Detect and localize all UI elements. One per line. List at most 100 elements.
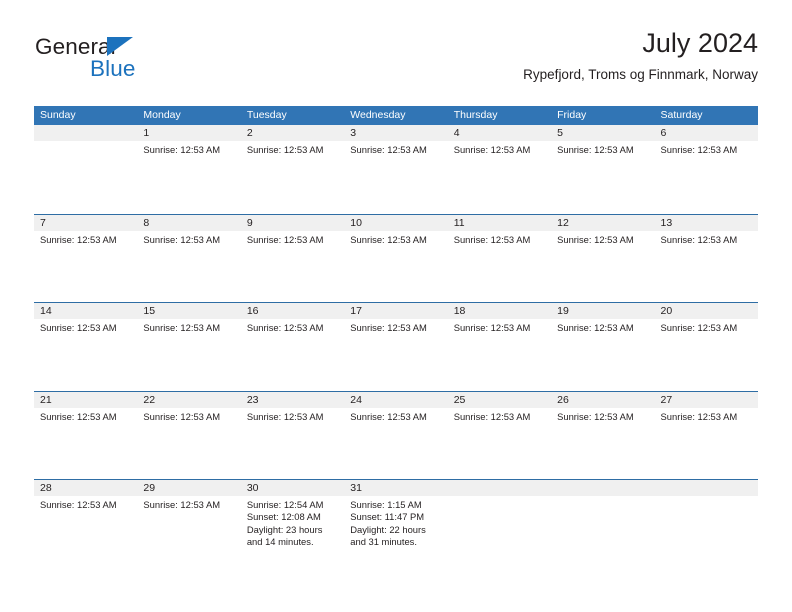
calendar-day-cell[interactable]: 31 Sunrise: 1:15 AM Sunset: 11:47 PM Daylig…	[344, 480, 448, 568]
calendar-day-cell[interactable]: 11 Sunrise: 12:53 AM	[447, 214, 552, 303]
calendar-day-cell[interactable]: 22 Sunrise: 12:53 AM	[137, 391, 241, 480]
calendar-day-cell-empty	[34, 125, 138, 214]
calendar-day-cell[interactable]: 18 Sunrise: 12:53 AM	[447, 303, 552, 391]
calendar-day-cell[interactable]: 13 Sunrise: 12:53 AM	[654, 214, 758, 303]
day-event-line: Sunrise: 12:53 AM	[143, 499, 221, 510]
day-event-line: Sunset: 12:08 AM	[246, 511, 321, 523]
page-subtitle: Rypefjord, Troms og Finnmark, Norway	[523, 67, 758, 82]
brand-logo[interactable]: General Blue	[34, 34, 234, 90]
weekday-header-sunday: Sunday	[40, 109, 76, 121]
day-events: Sunrise: 12:53 AM	[137, 231, 240, 246]
day-number: 28	[34, 480, 138, 496]
calendar-day-cell[interactable]: 28 Sunrise: 12:53 AM	[34, 480, 138, 568]
calendar-day-cell[interactable]: 20 Sunrise: 12:53 AM	[654, 303, 758, 391]
calendar-day-cell[interactable]: 16 Sunrise: 12:53 AM	[240, 303, 345, 391]
calendar-day-cell[interactable]: 9 Sunrise: 12:53 AM	[240, 214, 345, 303]
day-number: 8	[137, 214, 241, 231]
calendar-day-cell[interactable]: 1 Sunrise: 12:53 AM	[137, 125, 241, 214]
brand-logo-blue-text: Blue	[90, 56, 136, 81]
day-events: Sunrise: 12:53 AM	[137, 408, 240, 423]
day-event-line: Sunrise: 12:53 AM	[246, 233, 324, 245]
day-events: Sunrise: 12:53 AM	[448, 231, 551, 246]
calendar-day-cell[interactable]: 10 Sunrise: 12:53 AM	[344, 214, 448, 303]
calendar-day-cell[interactable]: 29 Sunrise: 12:53 AM	[137, 480, 241, 568]
day-event-line: Sunrise: 12:53 AM	[246, 322, 324, 333]
day-number: 4	[447, 125, 552, 141]
day-events	[551, 496, 654, 499]
day-event-line: Sunrise: 12:53 AM	[143, 322, 221, 333]
calendar-day-cell[interactable]: 24 Sunrise: 12:53 AM	[344, 391, 448, 480]
day-number: 27	[654, 391, 758, 408]
calendar-day-cell[interactable]: 30 Sunrise: 12:54 AM Sunset: 12:08 AM Dayli…	[240, 480, 345, 568]
day-events: Sunrise: 12:53 AM	[241, 319, 344, 334]
calendar-day-cell[interactable]: 4 Sunrise: 12:53 AM	[447, 125, 552, 214]
calendar-day-cell[interactable]: 8 Sunrise: 12:53 AM	[137, 214, 241, 303]
calendar-day-cell[interactable]: 15 Sunrise: 12:53 AM	[137, 303, 241, 391]
day-number	[654, 480, 758, 496]
day-event-line: Sunrise: 12:53 AM	[40, 499, 117, 510]
day-event-line: Sunrise: 12:53 AM	[453, 410, 531, 422]
weekday-header-monday: Monday	[143, 109, 181, 121]
day-events: Sunrise: 12:53 AM	[551, 141, 654, 156]
calendar-day-cell[interactable]: 23 Sunrise: 12:53 AM	[240, 391, 345, 480]
calendar-weeks: 1 Sunrise: 12:53 AM 2 Sunrise: 12:53 AM 3 Sun…	[34, 125, 758, 568]
day-event-line: Sunrise: 12:53 AM	[660, 410, 738, 422]
day-number: 6	[654, 125, 758, 141]
day-number: 7	[34, 214, 138, 231]
day-number: 13	[654, 214, 758, 231]
page-title: July 2024	[642, 28, 758, 58]
calendar-day-cell-empty	[447, 480, 552, 568]
day-events	[34, 141, 137, 144]
day-event-line: Sunrise: 1:15 AM	[350, 499, 422, 510]
day-number: 31	[344, 480, 448, 496]
day-events: Sunrise: 12:54 AM Sunset: 12:08 AM Dayligh…	[241, 496, 344, 549]
day-events: Sunrise: 12:53 AM	[137, 496, 240, 511]
day-number: 11	[447, 214, 552, 231]
calendar-day-cell[interactable]: 7 Sunrise: 12:53 AM	[34, 214, 138, 303]
weekday-header-wednesday: Wednesday	[350, 109, 406, 121]
page-header: General Blue July 2024 Rypefjord, Troms …	[34, 26, 758, 98]
calendar-day-cell[interactable]: 26 Sunrise: 12:53 AM	[551, 391, 655, 480]
weekday-header-saturday: Saturday	[660, 109, 703, 121]
day-events: Sunrise: 12:53 AM	[448, 408, 551, 423]
calendar-day-cell[interactable]: 25 Sunrise: 12:53 AM	[447, 391, 552, 480]
day-event-line: Daylight: 22 hours	[350, 523, 426, 535]
day-event-line: Sunrise: 12:53 AM	[143, 144, 221, 155]
calendar-day-cell[interactable]: 6 Sunrise: 12:53 AM	[654, 125, 758, 214]
weekday-header-thursday: Thursday	[453, 109, 498, 121]
calendar-day-cell[interactable]: 14 Sunrise: 12:53 AM	[34, 303, 138, 391]
day-events: Sunrise: 12:53 AM	[448, 319, 551, 334]
day-event-line: Sunrise: 12:53 AM	[246, 410, 324, 422]
calendar-day-cell[interactable]: 27 Sunrise: 12:53 AM	[654, 391, 758, 480]
day-number: 29	[137, 480, 241, 496]
day-number: 14	[34, 303, 138, 319]
day-events: Sunrise: 12:53 AM	[655, 141, 758, 156]
day-number: 21	[34, 391, 138, 408]
day-event-line: Sunrise: 12:53 AM	[557, 322, 634, 333]
day-event-line: Sunrise: 12:53 AM	[660, 322, 738, 333]
day-number: 22	[137, 391, 241, 408]
calendar-day-cell[interactable]: 5 Sunrise: 12:53 AM	[551, 125, 655, 214]
calendar-week-row: 21 Sunrise: 12:53 AM 22 Sunrise: 12:53 AM 23…	[34, 390, 758, 480]
calendar-day-cell[interactable]: 17 Sunrise: 12:53 AM	[344, 303, 448, 391]
day-events: Sunrise: 12:53 AM	[137, 141, 240, 156]
day-events	[448, 496, 551, 499]
day-events: Sunrise: 12:53 AM	[34, 319, 137, 334]
day-events: Sunrise: 12:53 AM	[34, 496, 137, 511]
day-number: 19	[551, 303, 655, 319]
calendar-day-cell[interactable]: 3 Sunrise: 12:53 AM	[344, 125, 448, 214]
day-number: 23	[240, 391, 345, 408]
day-event-line: Sunrise: 12:53 AM	[40, 233, 117, 245]
calendar-day-cell[interactable]: 2 Sunrise: 12:53 AM	[240, 125, 345, 214]
day-number: 20	[654, 303, 758, 319]
calendar-day-cell[interactable]: 19 Sunrise: 12:53 AM	[551, 303, 655, 391]
day-event-line: Sunrise: 12:53 AM	[453, 144, 531, 155]
calendar-week-row: 14 Sunrise: 12:53 AM 15 Sunrise: 12:53 AM 16…	[34, 302, 758, 391]
calendar-week-row: 28 Sunrise: 12:53 AM 29 Sunrise: 12:53 AM 30…	[34, 479, 758, 568]
calendar-day-cell[interactable]: 12 Sunrise: 12:53 AM	[551, 214, 655, 303]
day-number: 15	[137, 303, 241, 319]
day-events: Sunrise: 12:53 AM	[551, 408, 654, 423]
day-number: 1	[137, 125, 241, 141]
day-events: Sunrise: 12:53 AM	[655, 408, 758, 423]
calendar-day-cell[interactable]: 21 Sunrise: 12:53 AM	[34, 391, 138, 480]
